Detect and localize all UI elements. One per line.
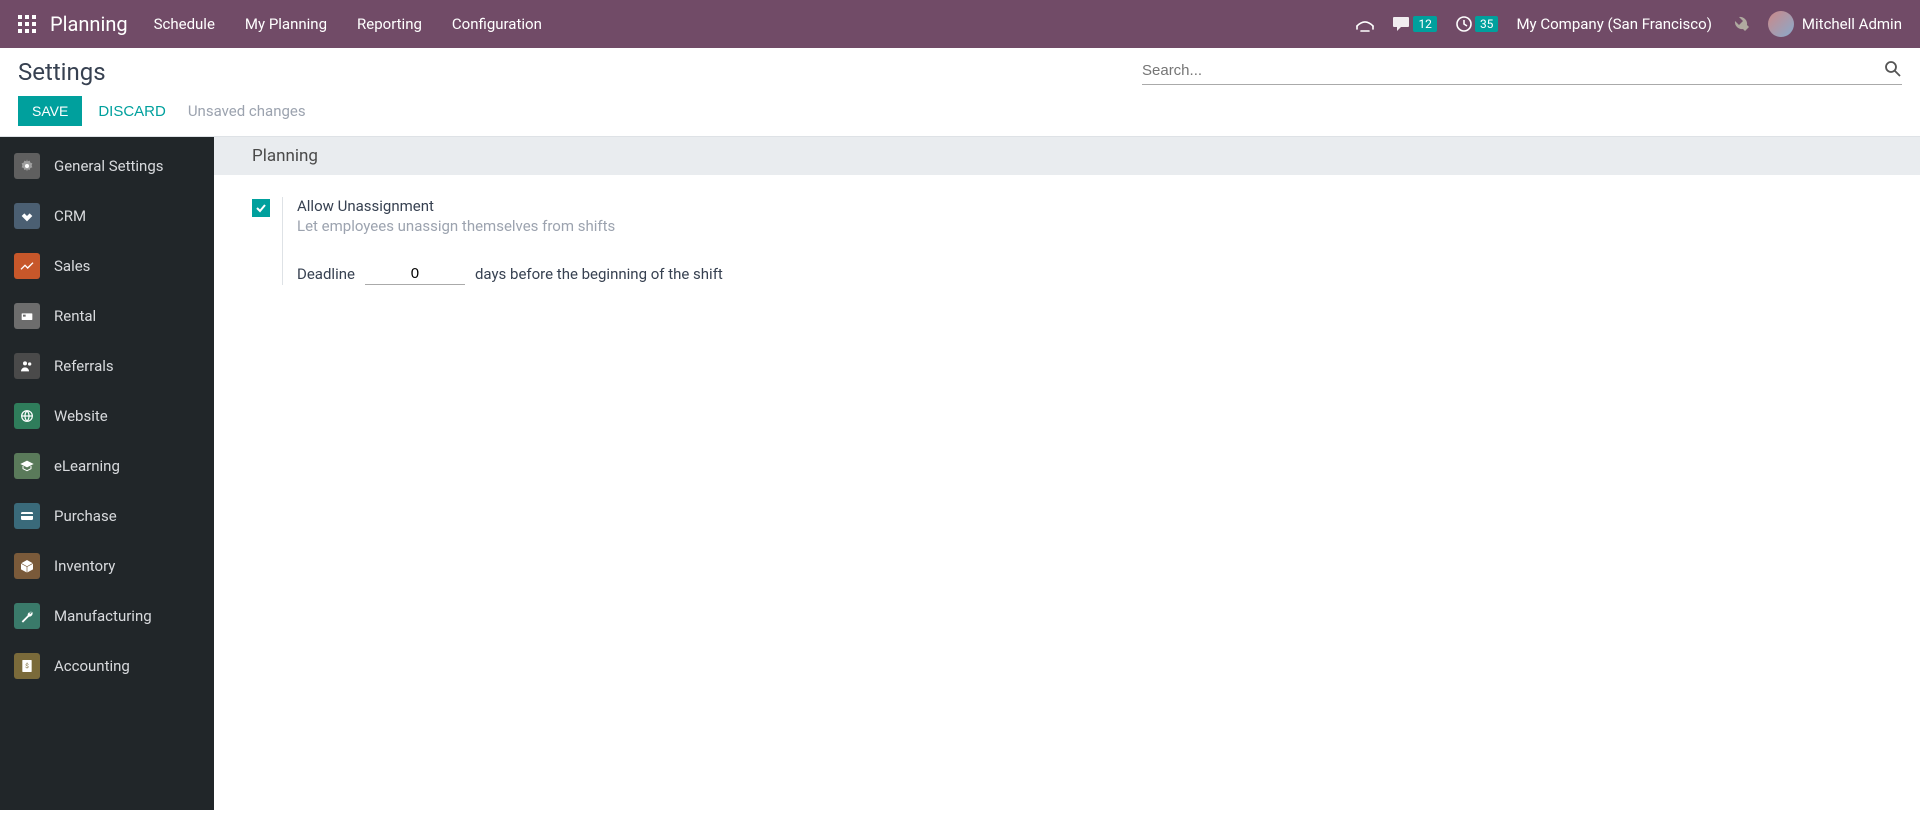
gear-icon xyxy=(14,153,40,179)
app-brand[interactable]: Planning xyxy=(50,12,128,36)
sidebar-item-label: Accounting xyxy=(54,657,130,675)
apps-icon[interactable] xyxy=(18,15,36,33)
discard-button[interactable]: DISCARD xyxy=(94,97,170,126)
menu-reporting[interactable]: Reporting xyxy=(357,15,422,33)
top-nav: Planning Schedule My Planning Reporting … xyxy=(0,0,1920,48)
wrench-icon xyxy=(14,603,40,629)
deadline-suffix: days before the beginning of the shift xyxy=(475,265,723,283)
user-name: Mitchell Admin xyxy=(1802,15,1902,33)
search-container xyxy=(1142,60,1902,85)
sidebar-item-label: Referrals xyxy=(54,357,114,375)
settings-sidebar: General Settings CRM Sales Rental Referr… xyxy=(0,137,214,810)
activities-icon[interactable]: 35 xyxy=(1455,15,1499,33)
people-icon xyxy=(14,353,40,379)
sidebar-item-label: Inventory xyxy=(54,557,115,575)
sidebar-item-website[interactable]: Website xyxy=(0,391,214,441)
page-title: Settings xyxy=(18,58,106,86)
search-input[interactable] xyxy=(1142,62,1884,79)
sidebar-item-inventory[interactable]: Inventory xyxy=(0,541,214,591)
sidebar-item-elearning[interactable]: eLearning xyxy=(0,441,214,491)
messaging-badge: 12 xyxy=(1413,16,1437,32)
voip-icon[interactable] xyxy=(1355,16,1375,32)
systray: 12 35 My Company (San Francisco) Mitchel… xyxy=(1355,11,1902,37)
settings-body: General Settings CRM Sales Rental Referr… xyxy=(0,137,1920,810)
menu-schedule[interactable]: Schedule xyxy=(154,15,215,33)
sidebar-item-purchase[interactable]: Purchase xyxy=(0,491,214,541)
unsaved-status: Unsaved changes xyxy=(188,102,306,120)
graduation-icon xyxy=(14,453,40,479)
sidebar-item-sales[interactable]: Sales xyxy=(0,241,214,291)
key-icon xyxy=(14,303,40,329)
globe-icon xyxy=(14,403,40,429)
setting-allow-unassignment: Allow Unassignment Let employees unassig… xyxy=(252,197,1882,285)
company-switcher[interactable]: My Company (San Francisco) xyxy=(1516,15,1711,33)
sidebar-item-label: Website xyxy=(54,407,108,425)
debug-icon[interactable] xyxy=(1730,14,1750,34)
sidebar-item-label: Sales xyxy=(54,257,90,275)
svg-text:$: $ xyxy=(25,662,29,670)
activities-badge: 35 xyxy=(1475,16,1499,32)
control-panel: Settings SAVE DISCARD Unsaved changes xyxy=(0,48,1920,137)
sidebar-item-rental[interactable]: Rental xyxy=(0,291,214,341)
deadline-row: Deadline days before the beginning of th… xyxy=(297,263,723,285)
chart-icon xyxy=(14,253,40,279)
allow-unassignment-checkbox[interactable] xyxy=(252,199,270,217)
setting-label: Allow Unassignment xyxy=(297,197,723,215)
avatar xyxy=(1768,11,1794,37)
sidebar-item-label: eLearning xyxy=(54,457,120,475)
messaging-icon[interactable]: 12 xyxy=(1393,16,1437,32)
handshake-icon xyxy=(14,203,40,229)
save-button[interactable]: SAVE xyxy=(18,96,82,126)
sidebar-item-referrals[interactable]: Referrals xyxy=(0,341,214,391)
sidebar-item-label: General Settings xyxy=(54,157,164,175)
sidebar-item-label: Purchase xyxy=(54,507,117,525)
sidebar-item-label: CRM xyxy=(54,207,86,225)
search-icon[interactable] xyxy=(1884,60,1902,82)
user-menu[interactable]: Mitchell Admin xyxy=(1768,11,1902,37)
invoice-icon: $ xyxy=(14,653,40,679)
deadline-input[interactable] xyxy=(365,263,465,285)
menu-configuration[interactable]: Configuration xyxy=(452,15,542,33)
box-icon xyxy=(14,553,40,579)
sidebar-item-crm[interactable]: CRM xyxy=(0,191,214,241)
sidebar-item-manufacturing[interactable]: Manufacturing xyxy=(0,591,214,641)
menu-my-planning[interactable]: My Planning xyxy=(245,15,327,33)
sidebar-item-general-settings[interactable]: General Settings xyxy=(0,141,214,191)
card-icon xyxy=(14,503,40,529)
sidebar-item-accounting[interactable]: $ Accounting xyxy=(0,641,214,691)
sidebar-item-label: Manufacturing xyxy=(54,607,152,625)
section-header: Planning xyxy=(214,137,1920,175)
sidebar-item-label: Rental xyxy=(54,307,96,325)
deadline-label: Deadline xyxy=(297,265,355,283)
settings-content: Planning Allow Unassignment Let employee… xyxy=(214,137,1920,810)
setting-description: Let employees unassign themselves from s… xyxy=(297,217,723,235)
